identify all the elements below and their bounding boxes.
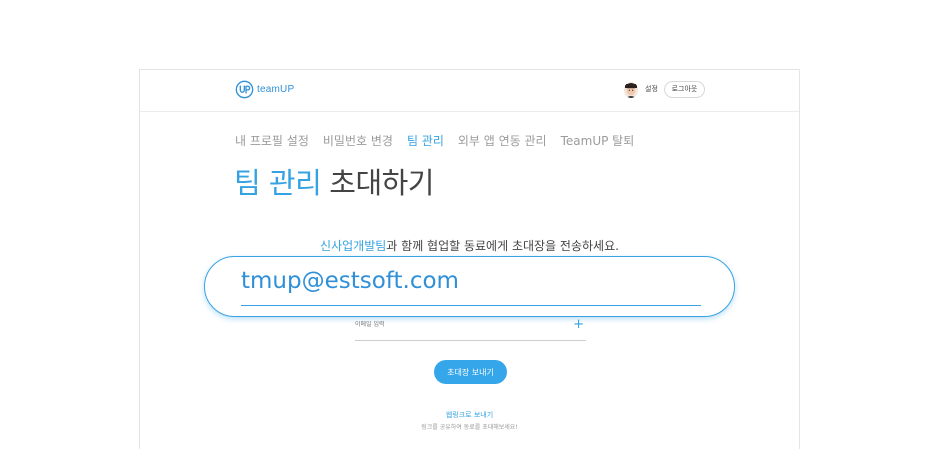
profile-subnav: 내 프로필 설정 비밀번호 변경 팀 관리 외부 앱 연동 관리 TeamUP … [235, 132, 634, 149]
page-title: 팀 관리 초대하기 [234, 160, 434, 202]
logout-button[interactable]: 로그아웃 [664, 81, 705, 98]
instruction-text: 과 함께 협업할 동료에게 초대장을 전송하세요. [386, 239, 619, 253]
brand-name: teamUP [257, 84, 295, 95]
email-input[interactable] [355, 321, 555, 328]
page-title-action: 초대하기 [329, 166, 434, 200]
input-underline [241, 305, 701, 306]
teamup-logo[interactable]: teamUP [235, 80, 294, 99]
team-name: 신사업개발팀 [320, 239, 387, 253]
top-bar: teamUP 설정 로그아웃 [140, 70, 799, 112]
email-input-zoom-callout [204, 256, 735, 317]
subnav-external-apps[interactable]: 외부 앱 연동 관리 [458, 132, 547, 149]
avatar[interactable] [624, 82, 638, 98]
subnav-profile-settings[interactable]: 내 프로필 설정 [235, 132, 309, 149]
email-input-row: + [355, 315, 586, 341]
user-avatar-icon [624, 82, 638, 98]
subnav-team-management[interactable]: 팀 관리 [407, 132, 444, 149]
send-invitation-button[interactable]: 초대장 보내기 [434, 360, 507, 384]
subnav-leave-teamup[interactable]: TeamUP 탈퇴 [561, 132, 635, 149]
weblink-description: 링크를 공유하여 동료를 초대해보세요! [421, 424, 518, 431]
settings-link[interactable]: 설정 [645, 84, 658, 94]
email-input-zoomed[interactable] [241, 264, 701, 298]
subnav-change-password[interactable]: 비밀번호 변경 [323, 132, 393, 149]
weblink-send-link[interactable]: 웹링크로 보내기 [140, 410, 799, 420]
invite-instruction: 신사업개발팀과 함께 협업할 동료에게 초대장을 전송하세요. [140, 237, 799, 254]
teamup-logo-icon [235, 80, 254, 99]
plus-icon[interactable]: + [573, 318, 584, 331]
page-title-section: 팀 관리 [234, 166, 322, 200]
